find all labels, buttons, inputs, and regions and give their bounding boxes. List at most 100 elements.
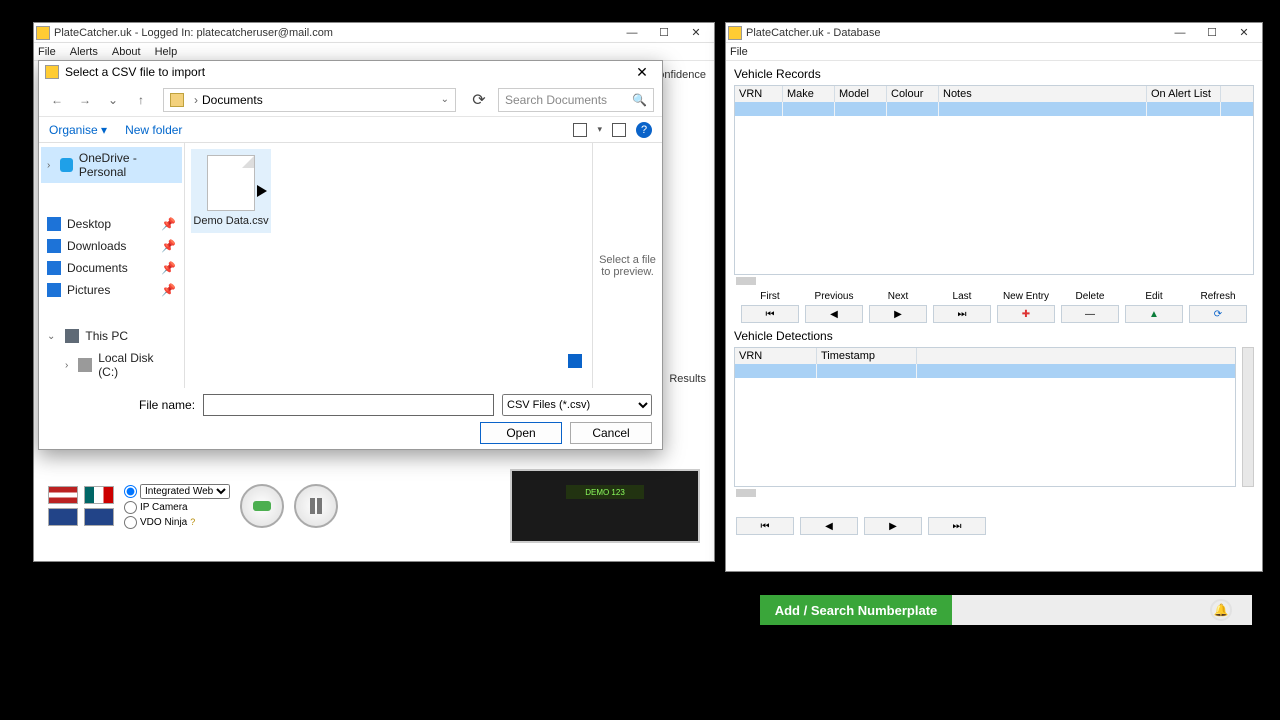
nav-recent-dropdown[interactable]: ⌄ [103, 90, 123, 110]
breadcrumb[interactable]: › Documents ⌄ [163, 88, 456, 112]
flag-uk-icon[interactable] [48, 508, 78, 526]
records-grid[interactable]: VRN Make Model Colour Notes On Alert Lis… [734, 85, 1254, 275]
detections-title: Vehicle Detections [734, 329, 1254, 343]
search-input[interactable]: Search Documents 🔍 [498, 88, 654, 112]
help-icon[interactable]: ? [636, 122, 652, 138]
det-row-selected[interactable] [735, 364, 1235, 378]
col-colour[interactable]: Colour [887, 86, 939, 102]
detections-vscroll[interactable] [1242, 347, 1254, 487]
db-minimize-button[interactable]: — [1164, 24, 1196, 42]
view-mode-button[interactable] [573, 123, 587, 137]
col-model[interactable]: Model [835, 86, 887, 102]
sidebar-item-pictures[interactable]: Pictures📌 [41, 279, 182, 301]
col-notes[interactable]: Notes [939, 86, 1147, 102]
db-maximize-button[interactable]: ☐ [1196, 24, 1228, 42]
det-prev-button[interactable]: ◀ [800, 517, 858, 535]
plate-sample: DEMO 123 [566, 485, 644, 499]
detections-grid[interactable]: VRN Timestamp [734, 347, 1236, 487]
db-close-button[interactable]: ✕ [1228, 24, 1260, 42]
db-titlebar[interactable]: PlateCatcher.uk - Database — ☐ ✕ [726, 23, 1262, 43]
det-col-vrn[interactable]: VRN [735, 348, 817, 364]
camera-ip-option[interactable]: IP Camera [124, 501, 230, 514]
minimize-button[interactable]: — [616, 24, 648, 42]
file-area[interactable]: Demo Data.csv [185, 143, 592, 388]
nav-new-button[interactable]: ✚ [997, 305, 1055, 323]
maximize-button[interactable]: ☐ [648, 24, 680, 42]
sidebar-onedrive[interactable]: ›OneDrive - Personal [41, 147, 182, 183]
menu-alerts[interactable]: Alerts [70, 46, 98, 58]
col-vrn[interactable]: VRN [735, 86, 783, 102]
search-placeholder: Search Documents [505, 93, 607, 107]
main-titlebar[interactable]: PlateCatcher.uk - Logged In: platecatche… [34, 23, 714, 43]
refresh-button[interactable]: ⟳ [468, 89, 490, 111]
folder-icon [170, 93, 184, 107]
menu-help[interactable]: Help [155, 46, 178, 58]
menu-file[interactable]: File [38, 46, 56, 58]
cloud-icon [60, 158, 73, 172]
dialog-titlebar[interactable]: Select a CSV file to import ✕ [39, 61, 662, 83]
breadcrumb-segment[interactable]: Documents [202, 93, 263, 107]
open-button[interactable]: Open [480, 422, 562, 444]
det-next-button[interactable]: ▶ [864, 517, 922, 535]
nav-back-button[interactable]: ← [47, 90, 67, 110]
nav-next-button[interactable]: ▶ [869, 305, 927, 323]
nav-prev-button[interactable]: ◀ [805, 305, 863, 323]
sidebar-local-disk[interactable]: ›Local Disk (C:) [41, 347, 182, 383]
app-icon [36, 26, 50, 40]
preview-toggle-button[interactable] [612, 123, 626, 137]
menu-about[interactable]: About [112, 46, 141, 58]
file-item[interactable]: Demo Data.csv [191, 149, 271, 233]
sidebar-this-pc[interactable]: ⌄This PC [41, 325, 182, 347]
flag-eu-icon[interactable] [84, 508, 114, 526]
pause-button[interactable] [294, 484, 338, 528]
main-menu: File Alerts About Help [34, 43, 714, 61]
dialog-app-icon [45, 65, 59, 79]
nav-last-button[interactable]: ⏭ [933, 305, 991, 323]
nav-up-button[interactable]: ↑ [131, 90, 151, 110]
det-last-button[interactable]: ⏭ [928, 517, 986, 535]
cancel-button[interactable]: Cancel [570, 422, 652, 444]
filename-input[interactable] [203, 394, 494, 416]
new-folder-button[interactable]: New folder [125, 123, 182, 137]
breadcrumb-dropdown-icon[interactable]: ⌄ [441, 94, 449, 105]
col-alert[interactable]: On Alert List [1147, 86, 1221, 102]
results-tab-peek[interactable]: Results [669, 373, 706, 385]
col-make[interactable]: Make [783, 86, 835, 102]
filetype-select[interactable]: CSV Files (*.csv) [502, 394, 652, 416]
organise-menu[interactable]: Organise ▾ [49, 123, 107, 137]
det-col-ts[interactable]: Timestamp [817, 348, 917, 364]
nav-refresh-button[interactable]: ⟳ [1189, 305, 1247, 323]
nav-first-button[interactable]: ⏮ [741, 305, 799, 323]
sidebar-item-documents[interactable]: Documents📌 [41, 257, 182, 279]
records-row-selected[interactable] [735, 102, 1253, 116]
camera-source-group: Integrated Webcam IP Camera VDO Ninja ? [124, 484, 230, 529]
detections-nav: ⏮ ◀ ▶ ⏭ [734, 503, 1254, 535]
db-title: PlateCatcher.uk - Database [746, 27, 881, 39]
det-first-button[interactable]: ⏮ [736, 517, 794, 535]
file-open-dialog: Select a CSV file to import ✕ ← → ⌄ ↑ › … [38, 60, 663, 450]
camera-vdo-option[interactable]: VDO Ninja ? [124, 516, 230, 529]
close-button[interactable]: ✕ [680, 24, 712, 42]
notification-bell-icon[interactable]: 🔔 [1210, 599, 1232, 621]
dialog-close-button[interactable]: ✕ [628, 64, 656, 81]
detections-hscroll[interactable] [736, 489, 756, 497]
sidebar-item-desktop[interactable]: Desktop📌 [41, 213, 182, 235]
add-search-bar: Add / Search Numberplate 🔔 [760, 595, 1252, 625]
search-icon: 🔍 [632, 93, 647, 107]
sidebar-item-downloads[interactable]: Downloads📌 [41, 235, 182, 257]
file-name: Demo Data.csv [193, 215, 268, 227]
downloads-icon [47, 239, 61, 253]
nav-forward-button[interactable]: → [75, 90, 95, 110]
flag-mx-icon[interactable] [84, 486, 114, 504]
nav-edit-button[interactable]: ▲ [1125, 305, 1183, 323]
nav-delete-button[interactable]: — [1061, 305, 1119, 323]
records-nav: First⏮ Previous◀ Next▶ Last⏭ New Entry✚ … [734, 291, 1254, 323]
flag-us-icon[interactable] [48, 486, 78, 504]
camera-select[interactable]: Integrated Webcam [140, 484, 230, 499]
camera-webcam-option[interactable]: Integrated Webcam [124, 484, 230, 499]
db-menu-file[interactable]: File [730, 46, 748, 58]
record-button[interactable] [240, 484, 284, 528]
db-menubar: File [726, 43, 1262, 61]
records-hscroll[interactable] [736, 277, 756, 285]
add-search-button[interactable]: Add / Search Numberplate [760, 595, 952, 625]
